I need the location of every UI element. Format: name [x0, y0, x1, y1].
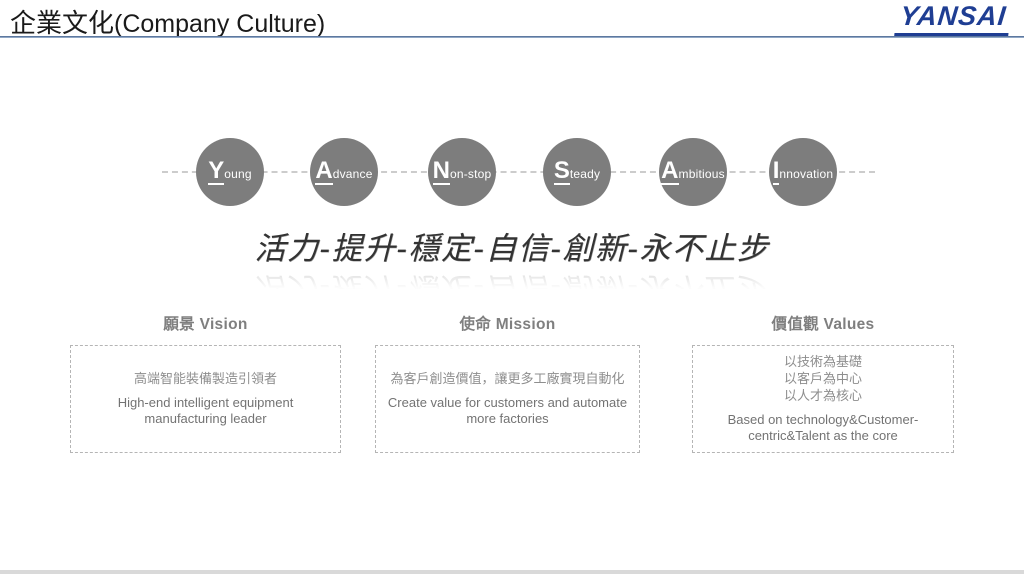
- circle-initial: A: [661, 157, 679, 185]
- section-mission: 使命 Mission 為客戶創造價值，讓更多工廠實現自動化 Create val…: [375, 312, 640, 453]
- circle-rest: dvance: [332, 167, 373, 181]
- circle-rest: teady: [569, 167, 601, 181]
- value-circle-steady: Steady: [543, 138, 611, 206]
- bottom-accent-bar: [0, 570, 1024, 574]
- circle-label: Advance: [315, 159, 372, 185]
- circle-label: Young: [208, 159, 252, 185]
- slogan-reflection: 活力-提升-穩定-自信-創新-永不止步: [254, 270, 770, 307]
- circle-label: Steady: [553, 157, 601, 185]
- page-title: 企業文化(Company Culture): [10, 3, 325, 40]
- slogan-text: 活力-提升-穩定-自信-創新-永不止步: [254, 231, 770, 267]
- section-box-vision: 高端智能裝備製造引領者 High-end intelligent equipme…: [70, 345, 341, 453]
- section-body-en: Based on technology&Customer-centric&Tal…: [727, 411, 919, 443]
- section-box-mission: 為客戶創造價值，讓更多工廠實現自動化 Create value for cust…: [375, 345, 640, 453]
- section-title-vision: 願景 Vision: [163, 316, 248, 333]
- section-body-zh: 以人才為核心: [783, 387, 862, 403]
- circle-initial: I: [772, 157, 780, 185]
- section-body-zh: 以客戶為中心: [783, 370, 862, 386]
- slide-company-culture: 企業文化(Company Culture) YANSAI Young Advan…: [0, 0, 1024, 574]
- value-circle-innovation: Innovation: [769, 138, 837, 206]
- circle-label: Innovation: [772, 157, 834, 185]
- value-circle-ambitious: Ambitious: [659, 138, 727, 206]
- circle-rest: on-stop: [449, 167, 492, 181]
- circle-initial: S: [553, 157, 570, 185]
- page-title-en: (Company Culture): [114, 10, 326, 38]
- value-circle-advance: Advance: [310, 138, 378, 206]
- circle-label: Non-stop: [432, 157, 492, 185]
- circle-initial: N: [432, 157, 450, 185]
- section-title-mission: 使命 Mission: [459, 316, 556, 333]
- header-divider-line: [0, 36, 1024, 38]
- value-circle-young: Young: [196, 138, 264, 206]
- section-body-zh-group: 為客戶創造價值，讓更多工廠實現自動化: [390, 371, 624, 388]
- section-body-zh: 以技術為基礎: [783, 353, 862, 369]
- section-body-zh: 高端智能裝備製造引領者: [133, 370, 277, 386]
- circle-rest: oung: [224, 167, 252, 181]
- circle-label: Ambitious: [661, 159, 725, 185]
- section-body-en: Create value for customers and automate …: [387, 394, 628, 426]
- section-body-zh-group: 高端智能裝備製造引領者: [134, 371, 277, 388]
- section-body-en: High-end intelligent equipment manufactu…: [117, 394, 294, 426]
- section-title-values: 價值觀 Values: [771, 316, 875, 333]
- value-circle-non-stop: Non-stop: [428, 138, 496, 206]
- section-body-zh-group: 以技術為基礎 以客戶為中心 以人才為核心: [784, 354, 862, 405]
- section-box-values: 以技術為基礎 以客戶為中心 以人才為核心 Based on technology…: [692, 345, 954, 453]
- circle-rest: mbitious: [678, 167, 725, 181]
- section-vision: 願景 Vision 高端智能裝備製造引領者 High-end intellige…: [70, 312, 341, 453]
- section-body-zh: 為客戶創造價值，讓更多工廠實現自動化: [390, 370, 625, 386]
- company-logo: YANSAI: [894, 1, 1012, 36]
- page-title-zh: 企業文化: [10, 9, 115, 38]
- circle-rest: nnovation: [779, 167, 834, 181]
- slide-header: 企業文化(Company Culture) YANSAI: [0, 0, 1024, 40]
- circle-initial: A: [315, 157, 333, 185]
- section-values: 價值觀 Values 以技術為基礎 以客戶為中心 以人才為核心 Based on…: [692, 312, 954, 453]
- circle-initial: Y: [208, 157, 225, 185]
